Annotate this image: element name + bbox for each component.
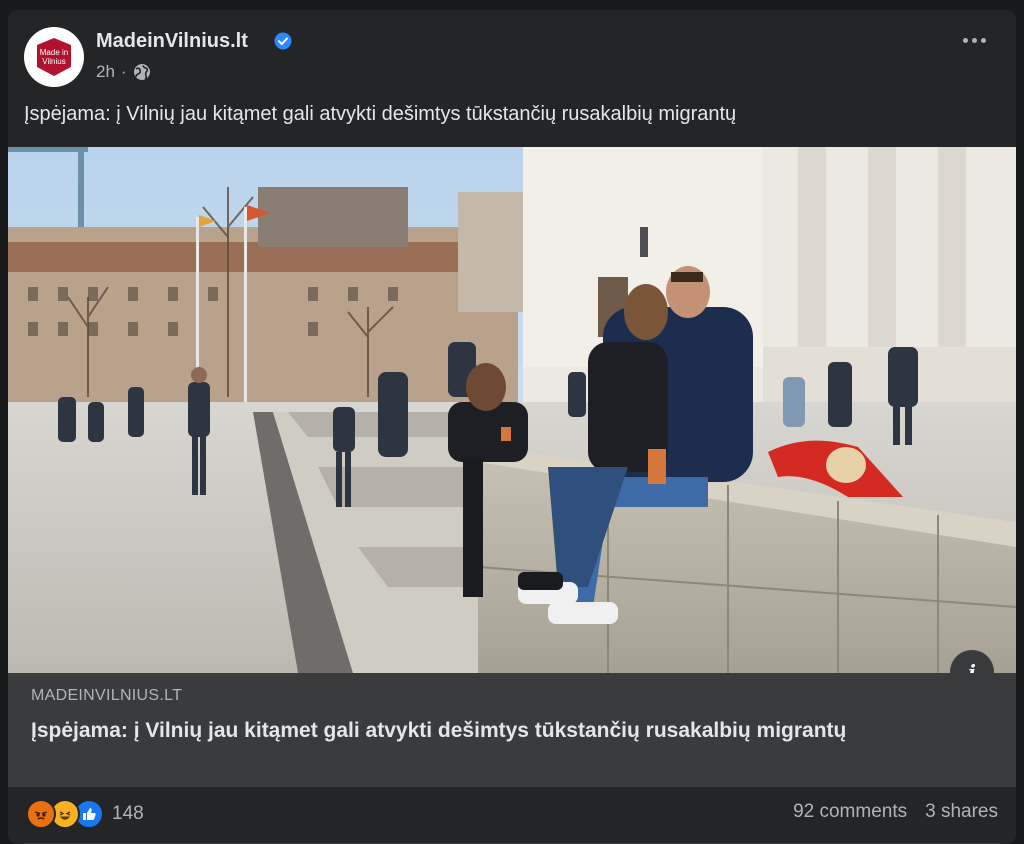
meta-separator: · <box>120 62 127 81</box>
globe-icon <box>133 64 150 80</box>
page-avatar[interactable]: Made in Vilnius <box>24 27 84 87</box>
post-time[interactable]: 2h <box>96 62 115 82</box>
post-card: Made in Vilnius MadeinVilnius.lt 2h · Įs… <box>8 10 1016 844</box>
logo-text-line2: Vilnius <box>42 57 65 66</box>
post-text: Įspėjama: į Vilnių jau kitąmet gali atvy… <box>24 103 737 125</box>
reaction-count: 148 <box>112 803 144 824</box>
reactions-summary[interactable]: 148 <box>26 799 144 829</box>
shares-count[interactable]: 3 shares <box>925 801 998 823</box>
made-in-vilnius-logo: Made in Vilnius <box>37 38 71 76</box>
cathedral-square-photo <box>8 147 1016 673</box>
page-name[interactable]: MadeinVilnius.lt <box>96 30 248 53</box>
post-meta: 2h · <box>96 62 151 82</box>
comments-count[interactable]: 92 comments <box>793 801 907 823</box>
logo-text-line1: Made in <box>40 48 68 57</box>
post-footer: 148 92 comments 3 shares <box>8 787 1016 844</box>
link-title[interactable]: Įspėjama: į Vilnių jau kitąmet gali atvy… <box>31 716 931 745</box>
angry-reaction-icon <box>26 799 56 829</box>
post-image[interactable] <box>8 147 1016 673</box>
verified-icon <box>274 32 292 50</box>
more-options-icon[interactable] <box>963 38 986 43</box>
link-preview[interactable]: MADEINVILNIUS.LT Įspėjama: į Vilnių jau … <box>8 673 1016 787</box>
link-domain: MADEINVILNIUS.LT <box>31 687 183 704</box>
post-stats: 92 comments 3 shares <box>793 801 998 823</box>
